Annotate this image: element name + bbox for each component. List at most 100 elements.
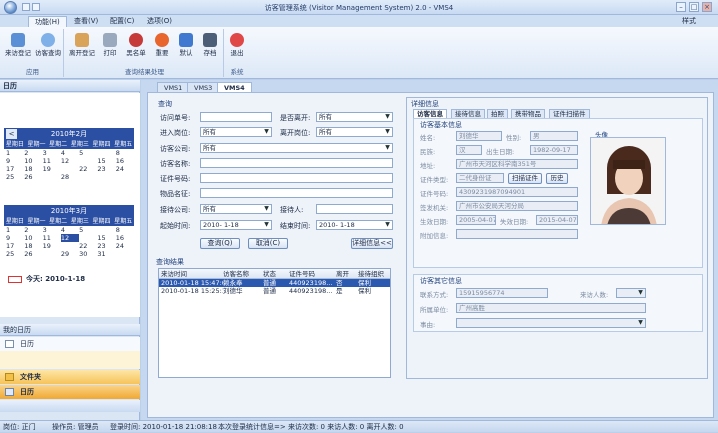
calendar-day[interactable]: 31 [97,250,115,258]
print-button[interactable]: 打印 [96,31,124,64]
portrait-image [591,138,665,224]
left-status-select[interactable]: 所有 ▼ [316,112,393,122]
prev-month-button[interactable]: < [6,129,17,139]
calendar-days[interactable]: 12345.89101112.1516171819.2223242526.28.… [4,149,134,189]
calendar-day[interactable]: 1 [6,226,24,234]
exit-post-select[interactable]: 所有 ▼ [316,127,393,137]
doc-tab-vms4[interactable]: VMS4 [217,82,252,92]
detail-tab-photo[interactable]: 拍照 [487,109,508,118]
visitor-other-box: 访客其它信息 联系方式: 15915956774 来访人数: ▼ 所属单位: 广… [413,274,703,332]
calendar-day[interactable]: 10 [24,234,42,242]
calendar-day[interactable]: 18 [24,242,42,250]
calendar-day[interactable]: 16 [116,157,134,165]
calendar-day[interactable]: 9 [6,157,24,165]
calendar-day[interactable]: 3 [43,149,61,157]
table-row[interactable]: 2010-01-18 15:47:09 赖永奉 普通 440923198... … [159,279,390,287]
doc-tab-vms1[interactable]: VMS1 [157,82,190,92]
calendar-day[interactable]: 28 [61,173,79,181]
calendar-day[interactable]: 11 [43,234,61,242]
calendar-day[interactable]: 10 [24,157,42,165]
calendar-day[interactable]: 29 [61,250,79,258]
detail-tab-scans[interactable]: 证件扫描件 [549,109,590,118]
entry-post-select[interactable]: 所有 ▼ [200,127,272,137]
nav-folders[interactable]: 文件夹 [0,370,140,384]
table-row[interactable]: 2010-01-18 15:25:11 刘德华 普通 440923198... … [159,287,390,295]
query-button[interactable]: 查询(Q) [200,238,240,249]
group-app: 来访登记 访客查询 应用 [2,29,64,77]
calendar-day[interactable]: 12 [60,234,80,242]
calendar-day[interactable]: 24 [116,165,134,173]
doc-tab-vms3[interactable]: VMS3 [187,82,220,92]
my-calendar-item[interactable]: 日历 [0,337,140,351]
today-label[interactable]: 今天: 2010-1-18 [8,274,85,284]
scan-id-button[interactable]: 扫描证件 [508,173,542,184]
calendar-day[interactable]: 15 [97,234,115,242]
calendar-day[interactable]: 18 [24,165,42,173]
calendar-day[interactable]: 23 [97,242,115,250]
close-icon[interactable]: × [702,2,712,12]
calendar-day[interactable]: 5 [79,226,97,234]
calendar-day[interactable]: 3 [43,226,61,234]
detail-tab-visitor[interactable]: 访客信息 [413,109,447,118]
end-time-picker[interactable]: 2010- 1-18 ▼ [316,220,393,230]
leave-button[interactable]: 离开登记 [68,31,96,64]
calendar-day[interactable]: 15 [97,157,115,165]
calendar-day[interactable]: 12 [61,157,79,165]
calendar-day[interactable]: 19 [43,165,61,173]
history-button[interactable]: 历史 [546,173,568,184]
start-time-picker[interactable]: 2010- 1-18 ▼ [200,220,272,230]
calendar-day[interactable]: 24 [116,242,134,250]
print-icon [103,33,117,47]
detail-tab-items[interactable]: 携带物品 [511,109,545,118]
archive-button[interactable]: 存档 [196,31,224,64]
calendar-day[interactable]: 4 [61,149,79,157]
calendar-day[interactable]: 11 [43,157,61,165]
calendar-day[interactable]: 16 [116,234,134,242]
visitor-name-input[interactable] [200,158,393,168]
id-no-input[interactable] [200,173,393,183]
blacklist-button[interactable]: 黑名单 [122,31,150,64]
calendar-day[interactable]: 4 [61,226,79,234]
visitor-search-button[interactable]: 访客查询 [34,31,62,64]
tab-config[interactable]: 配置(C) [104,16,140,27]
detail-toggle-button[interactable]: 详细信息<< [351,238,393,249]
minimize-icon[interactable]: – [676,2,686,12]
calendar-day[interactable]: 25 [6,250,24,258]
calendar-day[interactable]: 26 [24,173,42,181]
calendar-day[interactable]: 22 [79,165,97,173]
tab-view[interactable]: 查看(V) [68,16,104,27]
calendar-day[interactable]: 8 [116,149,134,157]
maximize-icon[interactable]: □ [689,2,699,12]
calendar-day[interactable]: 26 [24,250,42,258]
tab-options[interactable]: 选项(O) [141,16,178,27]
style-menu[interactable]: 样式 [682,16,696,27]
calendar-day[interactable]: 8 [116,226,134,234]
calendar-day[interactable]: 17 [6,242,24,250]
calendar-day[interactable]: 2 [24,226,42,234]
content-panel: 查询 访问单号: 是否离开: 所有 ▼ 进入岗位: 所有 ▼ 离开岗位: 所有 ▼ 访… [147,92,714,418]
calendar-day[interactable]: 2 [24,149,42,157]
tab-function[interactable]: 功能(H) [28,16,67,27]
detail-tab-host[interactable]: 接待信息 [451,109,485,118]
item-name-input[interactable] [200,188,393,198]
calendar-day[interactable]: 23 [97,165,115,173]
nav-calendar[interactable]: 日历 [0,385,140,399]
calendar-day[interactable]: 22 [79,242,97,250]
register-button[interactable]: 来访登记 [4,31,32,64]
host-input[interactable] [316,204,393,214]
visit-no-input[interactable] [200,112,272,122]
calendar-day[interactable]: 9 [6,234,24,242]
calendar-day[interactable]: 1 [6,149,24,157]
visitor-company-select[interactable]: 所有 ▼ [200,143,393,153]
calendar-day[interactable]: 17 [6,165,24,173]
exit-button[interactable]: 退出 [223,31,251,64]
calendar-day[interactable]: 5 [79,149,97,157]
nav-overflow-bar[interactable] [0,400,140,412]
calendar-day[interactable]: 30 [79,250,97,258]
cancel-button[interactable]: 取消(C) [248,238,288,249]
register-icon [11,33,25,47]
host-company-select[interactable]: 所有 ▼ [200,204,272,214]
calendar-day[interactable]: 25 [6,173,24,181]
calendar-days[interactable]: 12345.89101112.1516171819.2223242526.293… [4,226,134,266]
calendar-day[interactable]: 19 [43,242,61,250]
